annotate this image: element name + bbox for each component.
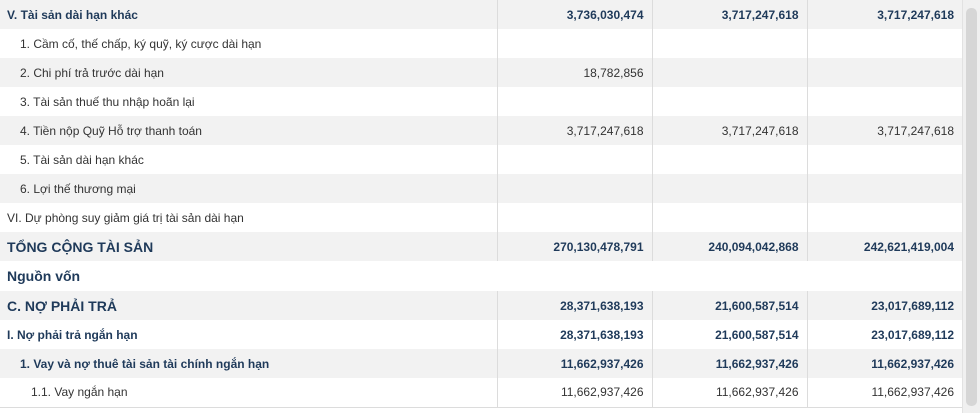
value-cell: 23,017,689,112 xyxy=(806,291,962,320)
value-cell: 242,621,419,004 xyxy=(806,232,962,261)
row-label: 4. Tiền nộp Quỹ Hỗ trợ thanh toán xyxy=(0,116,497,145)
value-cell: 23,017,689,112 xyxy=(806,320,962,349)
value-cell xyxy=(496,174,652,203)
table-row: 6. Lợi thế thương mại xyxy=(0,174,962,203)
value-cell: 28,371,638,193 xyxy=(496,320,652,349)
value-cell: 11,662,937,426 xyxy=(806,378,962,408)
value-cell xyxy=(496,145,652,174)
value-cell xyxy=(806,29,962,58)
value-cell: 11,662,937,426 xyxy=(496,378,652,408)
table-row: 1.1. Vay ngắn hạn 11,662,937,426 11,662,… xyxy=(0,378,962,408)
row-label: 6. Lợi thế thương mại xyxy=(0,174,497,203)
value-cell: 3,717,247,618 xyxy=(806,0,962,29)
value-cell xyxy=(651,87,807,116)
value-cell: 3,717,247,618 xyxy=(651,116,807,145)
row-label: 3. Tài sản thuế thu nhập hoãn lại xyxy=(0,87,497,116)
value-cell xyxy=(651,203,807,232)
value-cell xyxy=(806,87,962,116)
value-cell xyxy=(651,145,807,174)
table-row: 4. Tiền nộp Quỹ Hỗ trợ thanh toán 3,717,… xyxy=(0,116,962,145)
value-cell: 3,717,247,618 xyxy=(651,0,807,29)
row-label: 1. Vay và nợ thuê tài sản tài chính ngắn… xyxy=(0,349,497,378)
table-row: I. Nợ phải trả ngắn hạn 28,371,638,193 2… xyxy=(0,320,962,349)
value-cell xyxy=(652,261,807,291)
value-cell xyxy=(651,29,807,58)
table-row: 1. Vay và nợ thuê tài sản tài chính ngắn… xyxy=(0,349,962,378)
balance-sheet-table: V. Tài sản dài hạn khác 3,736,030,474 3,… xyxy=(0,0,962,408)
value-cell xyxy=(806,145,962,174)
row-label: 5. Tài sản dài hạn khác xyxy=(0,145,497,174)
table-row: 2. Chi phí trả trước dài hạn 18,782,856 xyxy=(0,58,962,87)
value-cell xyxy=(651,174,807,203)
value-cell: 11,662,937,426 xyxy=(496,349,652,378)
value-cell xyxy=(497,261,652,291)
section-header-row: Nguồn vốn xyxy=(0,261,962,291)
value-cell: 18,782,856 xyxy=(496,58,652,87)
section-title: Nguồn vốn xyxy=(0,261,497,291)
balance-sheet-table-container: V. Tài sản dài hạn khác 3,736,030,474 3,… xyxy=(0,0,980,413)
scrollbar-thumb[interactable] xyxy=(966,8,977,406)
table-row: 3. Tài sản thuế thu nhập hoãn lại xyxy=(0,87,962,116)
value-cell xyxy=(496,87,652,116)
value-cell: 3,736,030,474 xyxy=(496,0,652,29)
value-cell xyxy=(496,29,652,58)
value-cell: 21,600,587,514 xyxy=(651,320,807,349)
value-cell: 21,600,587,514 xyxy=(651,291,807,320)
value-cell xyxy=(496,203,652,232)
value-cell xyxy=(806,174,962,203)
row-label: TỔNG CỘNG TÀI SẢN xyxy=(0,232,497,261)
table-row: C. NỢ PHẢI TRẢ 28,371,638,193 21,600,587… xyxy=(0,291,962,320)
value-cell: 28,371,638,193 xyxy=(496,291,652,320)
value-cell xyxy=(806,203,962,232)
value-cell: 3,717,247,618 xyxy=(806,116,962,145)
row-label: V. Tài sản dài hạn khác xyxy=(0,0,497,29)
row-label: 1.1. Vay ngắn hạn xyxy=(0,378,497,408)
table-row: V. Tài sản dài hạn khác 3,736,030,474 3,… xyxy=(0,0,962,29)
value-cell xyxy=(806,58,962,87)
table-row: TỔNG CỘNG TÀI SẢN 270,130,478,791 240,09… xyxy=(0,232,962,261)
value-cell: 3,717,247,618 xyxy=(496,116,652,145)
table-row: 5. Tài sản dài hạn khác xyxy=(0,145,962,174)
value-cell: 270,130,478,791 xyxy=(496,232,652,261)
row-label: 2. Chi phí trả trước dài hạn xyxy=(0,58,497,87)
table-row: VI. Dự phòng suy giảm giá trị tài sản dà… xyxy=(0,203,962,232)
row-label: I. Nợ phải trả ngắn hạn xyxy=(0,320,497,349)
value-cell: 240,094,042,868 xyxy=(651,232,807,261)
value-cell: 11,662,937,426 xyxy=(806,349,962,378)
vertical-scrollbar[interactable] xyxy=(962,0,980,413)
value-cell: 11,662,937,426 xyxy=(651,349,807,378)
value-cell xyxy=(807,261,962,291)
row-label: 1. Cầm cố, thế chấp, ký quỹ, ký cược dài… xyxy=(0,29,497,58)
value-cell xyxy=(651,58,807,87)
row-label: VI. Dự phòng suy giảm giá trị tài sản dà… xyxy=(0,203,497,232)
table-row: 1. Cầm cố, thế chấp, ký quỹ, ký cược dài… xyxy=(0,29,962,58)
value-cell: 11,662,937,426 xyxy=(651,378,807,408)
row-label: C. NỢ PHẢI TRẢ xyxy=(0,291,497,320)
